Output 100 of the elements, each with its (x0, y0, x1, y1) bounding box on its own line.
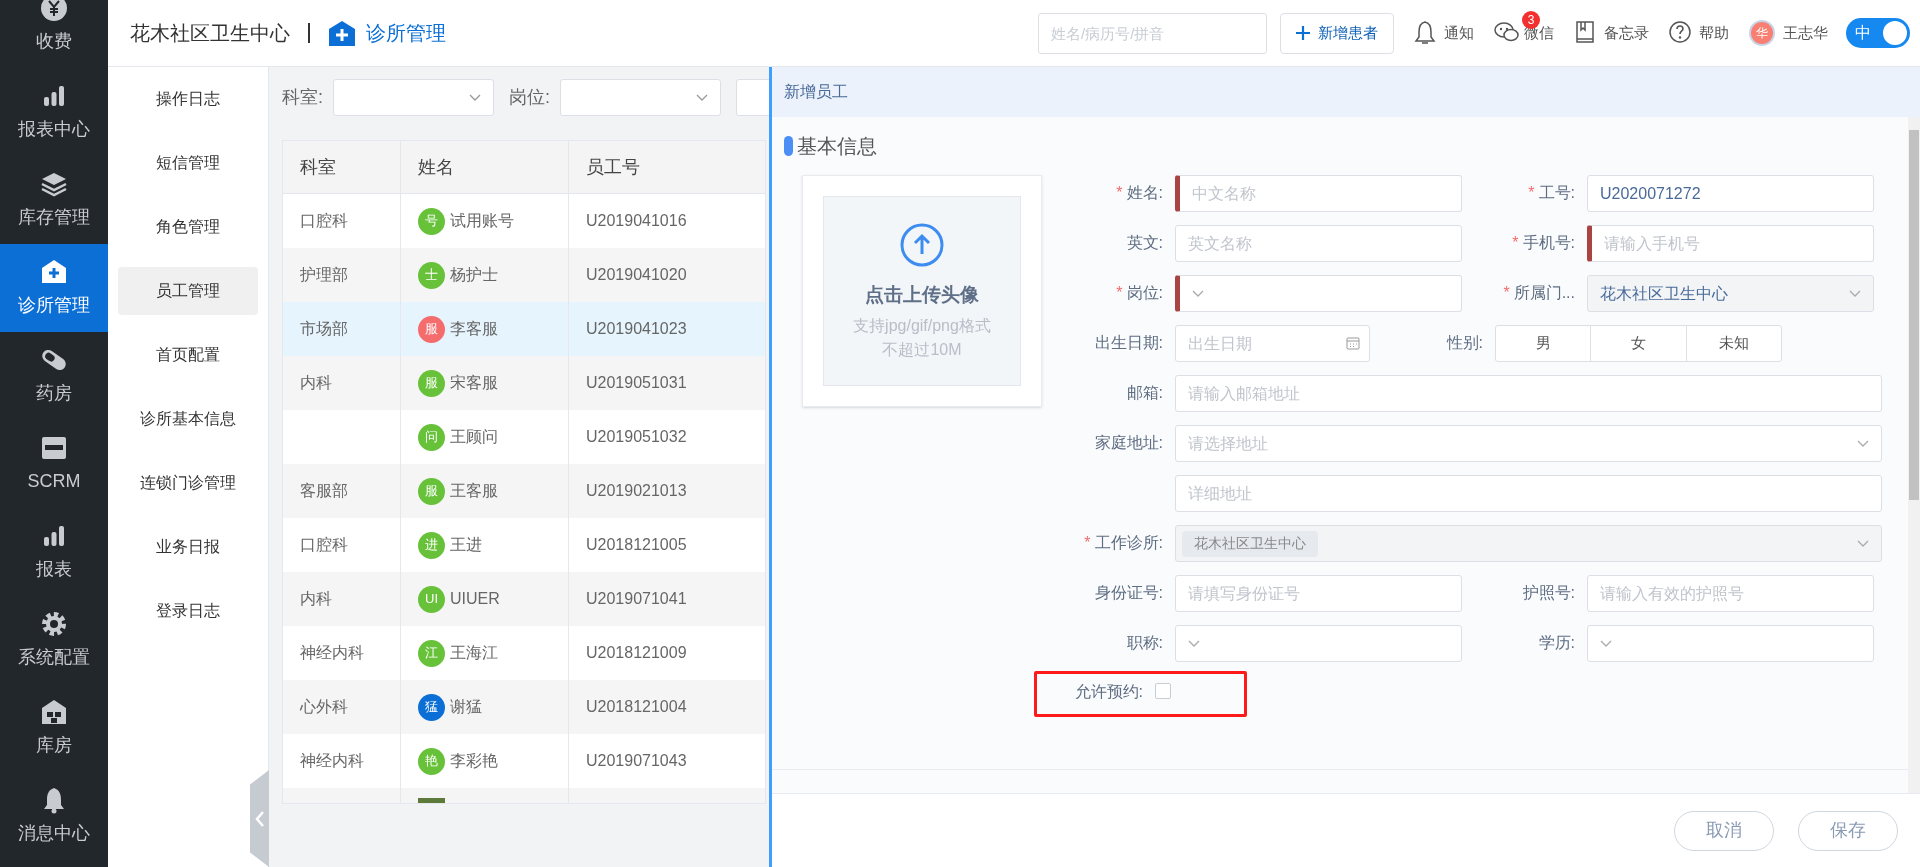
table-cell-text: U2019071041 (586, 589, 687, 609)
select-field[interactable] (1175, 275, 1462, 312)
date-field[interactable]: 出生日期 (1175, 325, 1370, 362)
nav-item[interactable]: 库存管理 (0, 156, 108, 244)
table-cell-text: U2019071043 (586, 751, 687, 771)
medical-cross-icon (328, 19, 356, 47)
table-cell-text: U2019051031 (586, 373, 687, 393)
gender-option[interactable]: 男 (1495, 325, 1592, 362)
nav-item[interactable]: SCRM (0, 420, 108, 508)
user-name: 王志华 (1783, 22, 1828, 43)
table-row[interactable]: 护理部 士 杨护士 U2019041020 (283, 248, 765, 302)
table-cell-text: 试用账号 (450, 211, 514, 231)
submenu-item[interactable]: 操作日志 (118, 75, 258, 123)
gender-option[interactable]: 女 (1590, 325, 1687, 362)
input-field[interactable]: U2020071272 (1587, 175, 1874, 212)
checkbox[interactable] (1155, 683, 1171, 699)
table-row[interactable]: 市场部 服 李客服 U2019041023 (283, 302, 765, 356)
chevron-down-icon (1849, 289, 1861, 298)
field-label: 出生日期: (1094, 333, 1163, 353)
upload-hint: 不超过10M (882, 339, 962, 360)
submenu-item[interactable]: 员工管理 (118, 267, 258, 315)
nav-item[interactable]: 收费 (0, 0, 108, 68)
module-title: 诊所管理 (366, 21, 446, 46)
table-cell-text: U2019041020 (586, 265, 687, 285)
calendar-icon (1346, 336, 1360, 350)
table-cell-text: 口腔科 (300, 535, 348, 555)
submenu-item[interactable]: 短信管理 (118, 139, 258, 187)
column-header: 姓名 (401, 141, 569, 193)
input-field[interactable]: 请输入邮箱地址 (1175, 375, 1882, 412)
table-row[interactable]: 客服部 服 王客服 U2019021013 (283, 464, 765, 518)
upload-icon (900, 223, 944, 267)
select-field[interactable] (1175, 625, 1462, 662)
table-cell-text: 神经内科 (300, 643, 364, 663)
table-row[interactable]: 心外科 猛 谢猛 U2018121004 (283, 680, 765, 734)
field-label: * 工作诊所: (1084, 533, 1163, 553)
submenu-item[interactable]: 登录日志 (118, 587, 258, 635)
table-cell-text: U2018121009 (586, 643, 687, 663)
table-cell-text: 李彩艳 (450, 751, 498, 771)
submenu-item[interactable]: 诊所基本信息 (118, 395, 258, 443)
field-label: 身份证号: (1094, 583, 1163, 603)
toolbar-link[interactable]: 帮助 (1669, 20, 1729, 46)
table-cell-text: 口腔科 (300, 211, 348, 231)
column-header: 员工号 (569, 141, 765, 193)
nav-item[interactable]: 库房 (0, 684, 108, 772)
plus-icon (1296, 26, 1310, 40)
field-label: * 所属门... (1503, 283, 1575, 303)
submenu-item[interactable]: 连锁门诊管理 (118, 459, 258, 507)
avatar-badge: 士 (418, 261, 445, 289)
avatar-badge: 号 (418, 207, 445, 235)
select-field[interactable] (560, 79, 722, 116)
submenu-item[interactable]: 角色管理 (118, 203, 258, 251)
toolbar-link[interactable]: 通知 (1414, 20, 1474, 46)
select-field[interactable] (1587, 625, 1874, 662)
chevron-left-icon (254, 810, 265, 827)
table-cell-text: 客服部 (300, 481, 348, 501)
table-cell-text: 内科 (300, 373, 332, 393)
table-cell-text: 内科 (300, 589, 332, 609)
warehouse-icon (40, 697, 68, 726)
avatar-badge: 猛 (418, 693, 445, 721)
input-field[interactable]: 中文名称 (1175, 175, 1462, 212)
toolbar-link[interactable]: 备忘录 (1574, 20, 1649, 46)
table-cell-text: 神经内科 (300, 751, 364, 771)
field-label: 英文: (1126, 233, 1163, 253)
nav-item[interactable]: 报表中心 (0, 68, 108, 156)
input-field[interactable]: 详细地址 (1175, 475, 1882, 512)
table-cell-text: UIUER (450, 589, 500, 609)
table-cell-text: U2019051032 (586, 427, 687, 447)
user-avatar: 华 (1749, 20, 1775, 46)
chevron-down-icon (1857, 439, 1869, 448)
submenu-item[interactable]: 业务日报 (118, 523, 258, 571)
table-row[interactable]: 内科 服 宋客服 U2019051031 (283, 356, 765, 410)
input-field[interactable]: 请填写身份证号 (1175, 575, 1462, 612)
drawer-title: 新增员工 (784, 82, 848, 102)
upload-hint: 支持jpg/gif/png格式 (853, 315, 991, 336)
table-row[interactable]: 内科 UI UIUER U2019071041 (283, 572, 765, 626)
input-field[interactable]: 请输入有效的护照号 (1587, 575, 1874, 612)
select-field[interactable] (333, 79, 494, 116)
field-label: 职称: (1126, 633, 1163, 653)
new-patient-button[interactable]: 新增患者 (1280, 12, 1394, 54)
gear-icon (40, 609, 68, 638)
scrollbar[interactable] (1908, 117, 1920, 793)
nav-item[interactable]: 系统配置 (0, 596, 108, 684)
nav-item[interactable]: 消息中心 (0, 772, 108, 860)
gender-option[interactable]: 未知 (1685, 325, 1782, 362)
submenu-item[interactable]: 首页配置 (118, 331, 258, 379)
nav-item[interactable]: 报表 (0, 508, 108, 596)
field-label: 护照号: (1522, 583, 1575, 603)
section-marker-icon (784, 136, 793, 156)
input-field[interactable]: 请输入手机号 (1587, 225, 1874, 262)
table-cell-text: U2018121004 (586, 697, 687, 717)
table-cell-text: 谢猛 (450, 697, 482, 717)
nav-item[interactable]: 诊所管理 (0, 244, 108, 332)
language-toggle[interactable]: 中 (1846, 18, 1910, 48)
table-cell-text: 市场部 (300, 319, 348, 339)
avatar-badge: 艳 (418, 747, 445, 775)
nav-item[interactable]: 药房 (0, 332, 108, 420)
input-field[interactable]: 英文名称 (1175, 225, 1462, 262)
upload-card[interactable]: 点击上传头像 支持jpg/gif/png格式 不超过10M (802, 175, 1042, 407)
table-cell-text: U2019041016 (586, 211, 687, 231)
chevron-down-icon (1857, 539, 1869, 548)
